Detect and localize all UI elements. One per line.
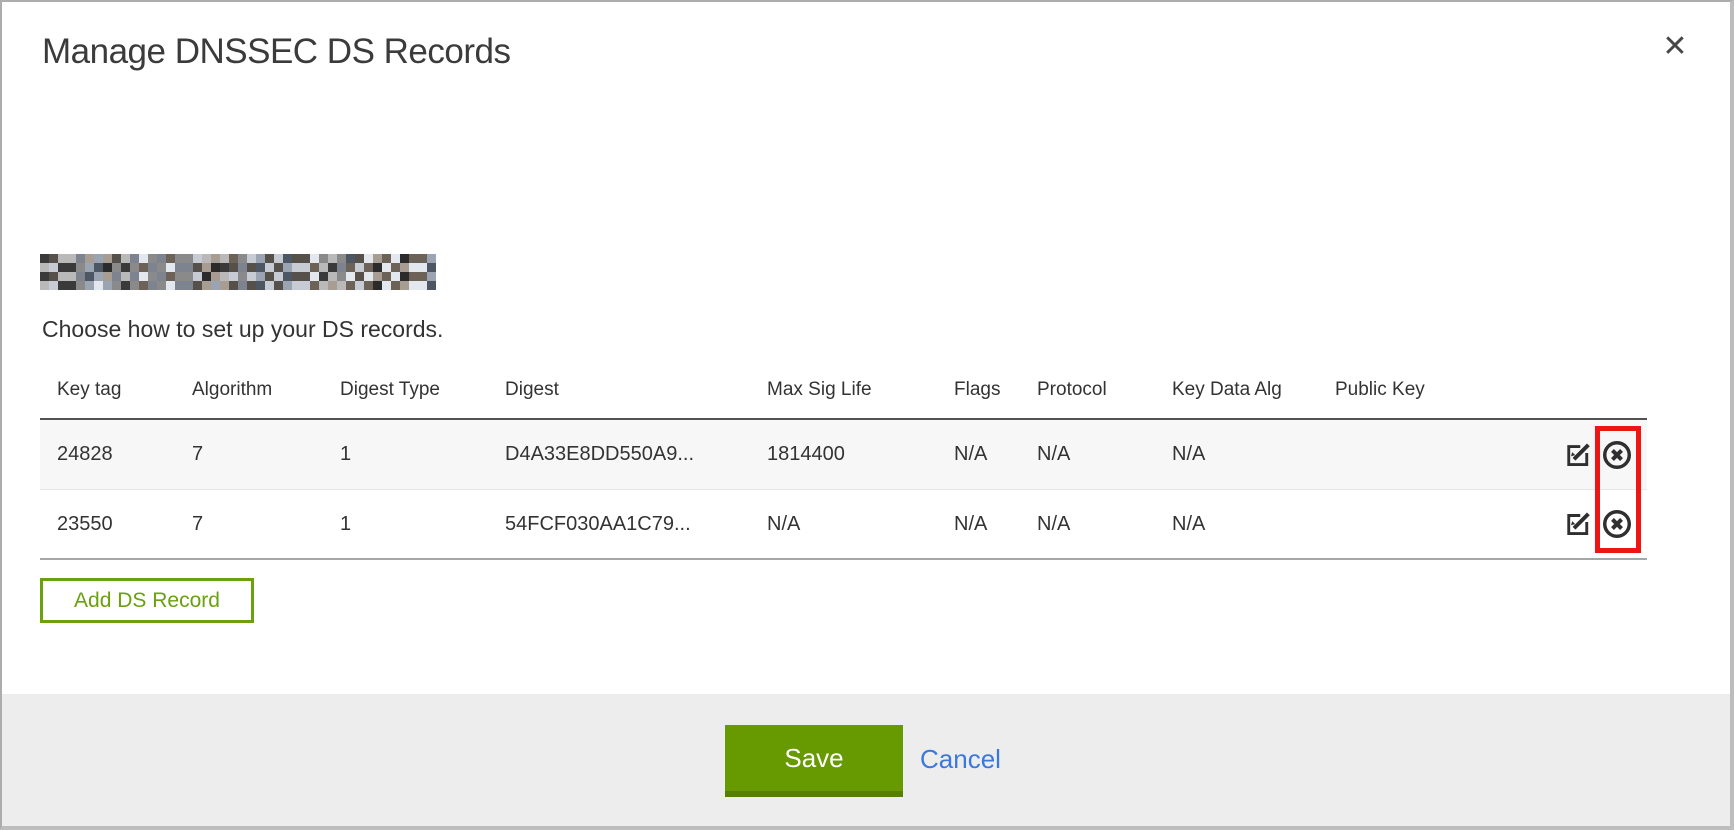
cell-flags: N/A — [954, 513, 1037, 536]
col-header-max-sig-life: Max Sig Life — [767, 379, 954, 401]
col-header-key-data-alg: Key Data Alg — [1172, 379, 1335, 401]
cell-algorithm: 7 — [192, 513, 340, 536]
col-header-flags: Flags — [954, 379, 1037, 401]
cell-protocol: N/A — [1037, 443, 1172, 466]
cell-max-sig-life: 1814400 — [767, 443, 954, 466]
col-header-key-tag: Key tag — [40, 379, 192, 401]
delete-x-circle-icon[interactable] — [1601, 439, 1633, 471]
col-header-algorithm: Algorithm — [192, 379, 340, 401]
col-header-public-key: Public Key — [1335, 379, 1562, 401]
edit-icon[interactable] — [1562, 508, 1594, 540]
row-actions — [1562, 439, 1647, 471]
cell-flags: N/A — [954, 443, 1037, 466]
redacted-domain — [40, 254, 436, 290]
dnssec-modal: Manage DNSSEC DS Records ✕ Choose how to… — [0, 0, 1734, 830]
table-header-row: Key tag Algorithm Digest Type Digest Max… — [40, 362, 1647, 420]
col-header-protocol: Protocol — [1037, 379, 1172, 401]
cell-digest: 54FCF030AA1C79... — [505, 513, 767, 536]
cell-digest-type: 1 — [340, 443, 505, 466]
table-row: 23550 7 1 54FCF030AA1C79... N/A N/A N/A … — [40, 490, 1647, 560]
col-header-digest-type: Digest Type — [340, 379, 505, 401]
cell-digest: D4A33E8DD550A9... — [505, 443, 767, 466]
ds-records-table: Key tag Algorithm Digest Type Digest Max… — [40, 362, 1647, 560]
instruction-text: Choose how to set up your DS records. — [42, 316, 443, 343]
table-row: 24828 7 1 D4A33E8DD550A9... 1814400 N/A … — [40, 420, 1647, 490]
close-icon[interactable]: ✕ — [1654, 26, 1696, 68]
cell-key-tag: 24828 — [40, 443, 192, 466]
cell-key-data-alg: N/A — [1172, 513, 1335, 536]
col-header-digest: Digest — [505, 379, 767, 401]
cell-protocol: N/A — [1037, 513, 1172, 536]
cell-key-tag: 23550 — [40, 513, 192, 536]
cell-algorithm: 7 — [192, 443, 340, 466]
page-title: Manage DNSSEC DS Records — [42, 32, 510, 72]
save-button[interactable]: Save — [725, 725, 903, 797]
cell-max-sig-life: N/A — [767, 513, 954, 536]
row-actions — [1562, 508, 1647, 540]
cell-key-data-alg: N/A — [1172, 443, 1335, 466]
cell-digest-type: 1 — [340, 513, 505, 536]
edit-icon[interactable] — [1562, 439, 1594, 471]
delete-x-circle-icon[interactable] — [1601, 508, 1633, 540]
cancel-link[interactable]: Cancel — [920, 744, 1001, 775]
add-ds-record-button[interactable]: Add DS Record — [40, 578, 254, 623]
modal-footer: Save Cancel — [2, 694, 1730, 826]
